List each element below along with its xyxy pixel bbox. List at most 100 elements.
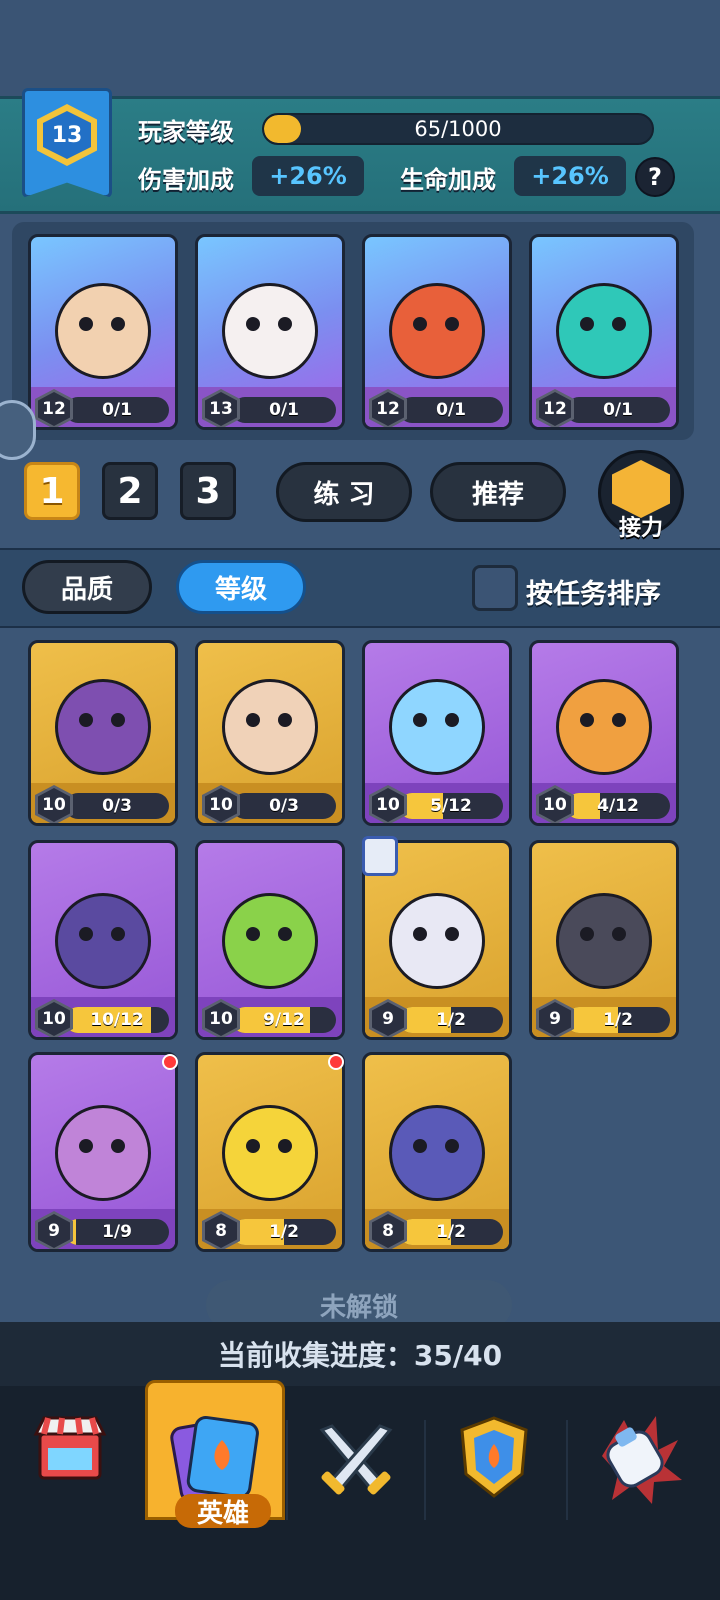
card-progress-bar: 0/1: [566, 397, 670, 423]
nav-heroes-label: 英雄: [175, 1494, 271, 1529]
card-progress-bar: 0/1: [399, 397, 503, 423]
shadow-knight-hero-portrait: [389, 1105, 485, 1201]
card-level: 10: [205, 788, 237, 822]
quality-filter-button[interactable]: 品质: [22, 560, 152, 614]
card-progress-bar: 10/12: [65, 1007, 169, 1033]
hero-eye: [278, 317, 292, 331]
card-progress-bar: 1/2: [399, 1007, 503, 1033]
card-progress-text: 0/1: [603, 400, 633, 420]
relay-button[interactable]: 接力: [598, 450, 684, 541]
card-progress-text: 1/2: [269, 1222, 299, 1242]
shop-icon: [33, 1416, 107, 1480]
hero-eye: [79, 927, 93, 941]
side-menu-handle[interactable]: [0, 400, 36, 460]
card-progress-text: 1/2: [603, 1010, 633, 1030]
minotaur-hero-portrait: [55, 893, 151, 989]
team-tab-1[interactable]: 1: [24, 462, 80, 520]
practice-button[interactable]: 练 习: [276, 462, 412, 522]
card-progress-text: 9/12: [263, 1010, 305, 1030]
hero-card[interactable]: 10/12 10: [28, 840, 178, 1040]
card-level: 8: [205, 1214, 237, 1248]
team-hero-card[interactable]: 0/1 12: [529, 234, 679, 430]
card-level: 10: [539, 788, 571, 822]
shield-icon: [460, 1416, 528, 1498]
card-progress-text: 0/3: [102, 796, 132, 816]
nav-rank-tab[interactable]: [424, 1400, 564, 1520]
monkey-king-hero-portrait: [222, 283, 318, 379]
hero-eye: [278, 1139, 292, 1153]
gorilla-hero-portrait: [55, 1105, 151, 1201]
task-clipboard-icon: [362, 836, 398, 876]
hero-eye: [445, 1139, 459, 1153]
help-button[interactable]: ?: [635, 157, 675, 197]
level-filter-button[interactable]: 等级: [176, 560, 306, 614]
hero-card[interactable]: 1/2 9: [529, 840, 679, 1040]
hero-eye: [612, 317, 626, 331]
card-level: 10: [38, 788, 70, 822]
card-progress-bar: 0/1: [65, 397, 169, 423]
damage-bonus-label: 伤害加成: [138, 166, 234, 194]
hero-card[interactable]: 9/12 10: [195, 840, 345, 1040]
hero-eye: [111, 927, 125, 941]
card-progress-text: 0/3: [269, 796, 299, 816]
card-level: 9: [539, 1002, 571, 1036]
hero-eye: [79, 1139, 93, 1153]
team-hero-card[interactable]: 0/1 13: [195, 234, 345, 430]
card-progress-text: 0/1: [269, 400, 299, 420]
hero-eye: [111, 317, 125, 331]
sort-by-task-checkbox[interactable]: [472, 565, 518, 611]
monk-hero-portrait: [55, 283, 151, 379]
hero-eye: [246, 927, 260, 941]
hero-eye: [246, 1139, 260, 1153]
hero-eye: [445, 927, 459, 941]
notification-dot: [328, 1054, 344, 1070]
hero-eye: [111, 1139, 125, 1153]
nav-gear-tab[interactable]: [566, 1400, 706, 1520]
dryad-hero-portrait: [222, 893, 318, 989]
card-progress-text: 10/12: [90, 1010, 144, 1030]
card-progress-bar: 1/9: [65, 1219, 169, 1245]
recommend-button[interactable]: 推荐: [430, 462, 566, 522]
hero-card[interactable]: 1/2 8: [362, 1052, 512, 1252]
damage-bonus-value: +26%: [252, 156, 364, 196]
vampire-hero-portrait: [389, 893, 485, 989]
spirit-hero-portrait: [556, 283, 652, 379]
hero-eye: [413, 927, 427, 941]
card-level: 12: [372, 392, 404, 426]
hero-eye: [413, 1139, 427, 1153]
card-progress-text: 1/2: [436, 1222, 466, 1242]
nav-shop-tab[interactable]: [0, 1400, 140, 1520]
team-hero-card[interactable]: 0/1 12: [362, 234, 512, 430]
hero-eye: [246, 317, 260, 331]
nav-battle-tab[interactable]: [286, 1400, 426, 1520]
hero-eye: [111, 713, 125, 727]
hero-card[interactable]: 5/12 10: [362, 640, 512, 826]
card-progress-text: 1/9: [102, 1222, 132, 1242]
hp-bonus-label: 生命加成: [400, 166, 496, 194]
card-progress-bar: 0/3: [65, 793, 169, 819]
hero-eye: [445, 713, 459, 727]
card-progress-bar: 1/2: [399, 1219, 503, 1245]
hero-card[interactable]: 0/3 10: [28, 640, 178, 826]
card-progress-bar: 1/2: [232, 1219, 336, 1245]
card-level: 10: [205, 1002, 237, 1036]
team-tab-3[interactable]: 3: [180, 462, 236, 520]
hero-card[interactable]: 1/2 8: [195, 1052, 345, 1252]
hero-eye: [612, 713, 626, 727]
hero-card[interactable]: 1/9 9: [28, 1052, 178, 1252]
hero-eye: [413, 317, 427, 331]
team-hero-card[interactable]: 0/1 12: [28, 234, 178, 430]
hero-eye: [445, 317, 459, 331]
hero-card[interactable]: 4/12 10: [529, 640, 679, 826]
wolf-hero-portrait: [556, 893, 652, 989]
crossed-swords-icon: [319, 1424, 393, 1495]
top-background: [0, 0, 720, 96]
card-progress-text: 5/12: [430, 796, 472, 816]
hero-eye: [580, 317, 594, 331]
team-tab-2[interactable]: 2: [102, 462, 158, 520]
hero-card[interactable]: 0/3 10: [195, 640, 345, 826]
xp-bar: 65/1000: [262, 113, 654, 145]
relay-label: 接力: [618, 516, 663, 541]
card-progress-bar: 1/2: [566, 1007, 670, 1033]
chicken-hero-portrait: [222, 1105, 318, 1201]
